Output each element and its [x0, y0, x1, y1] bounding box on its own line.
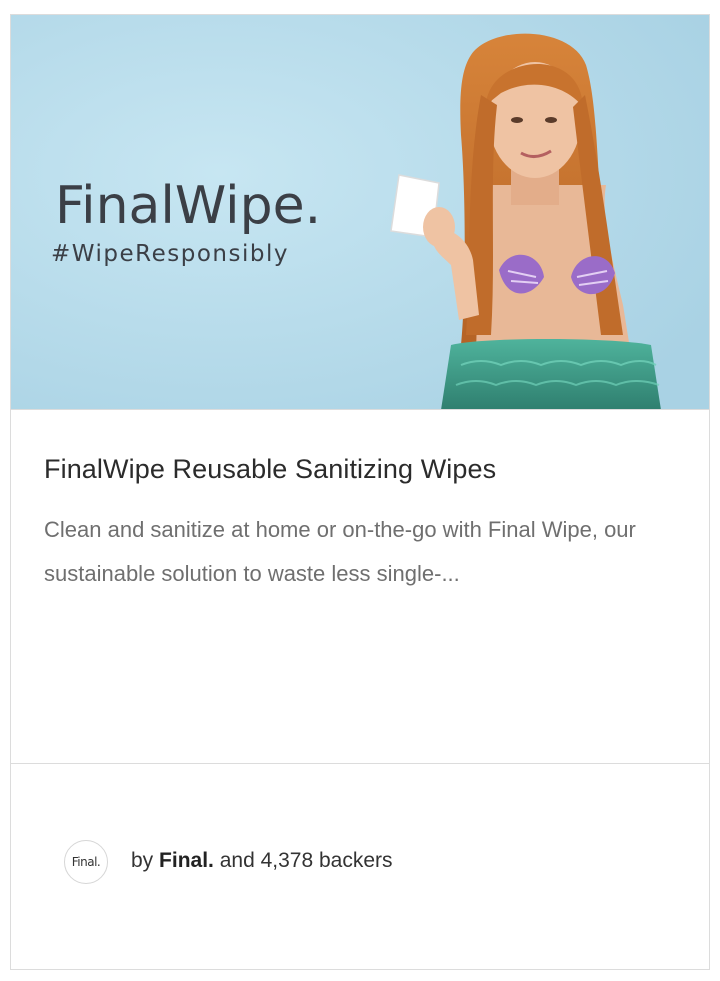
hero-hashtag-text: #WipeResponsibly [51, 241, 289, 267]
hero-logo-text: FinalWipe. [55, 176, 321, 236]
campaign-description: Clean and sanitize at home or on-the-go … [44, 517, 636, 586]
campaign-title[interactable]: FinalWipe Reusable Sanitizing Wipes [44, 454, 496, 485]
creator-avatar[interactable]: Final. [64, 840, 108, 884]
hero-illustration: FinalWipe. #WipeResponsibly [11, 15, 709, 409]
creator-byline: by Final. and 4,378 backers [131, 849, 393, 873]
by-label: by [131, 849, 154, 872]
backers-count: and 4,378 backers [219, 849, 393, 872]
campaign-hero-image[interactable]: FinalWipe. #WipeResponsibly [11, 15, 709, 410]
campaign-info: FinalWipe Reusable Sanitizing Wipes Clea… [11, 410, 709, 764]
creator-name-link[interactable]: Final. [159, 849, 214, 872]
campaign-card[interactable]: FinalWipe. #WipeResponsibly FinalWipe Re… [10, 14, 710, 970]
campaign-creator-row: Final. by Final. and 4,378 backers [11, 765, 709, 970]
